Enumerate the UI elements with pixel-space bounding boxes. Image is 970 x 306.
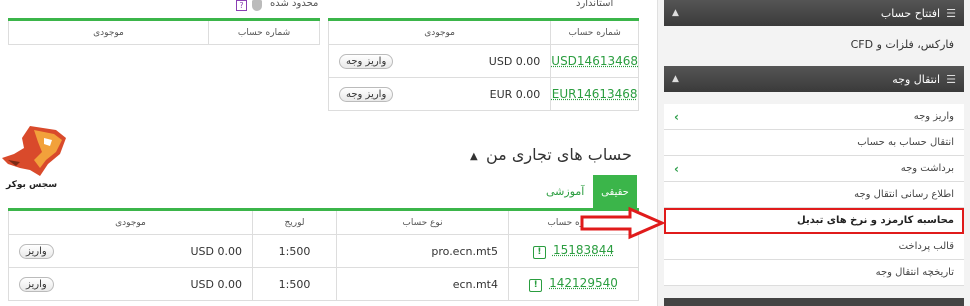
- table-row: واریز USD 0.00 1:500 ecn.mt4 ! 142129540: [8, 267, 639, 301]
- menu-item-label: قالب پرداخت: [898, 241, 954, 252]
- tab-demo[interactable]: آموزشی: [546, 185, 584, 198]
- menu-item-label: تاریخچه انتقال وجه: [875, 267, 954, 278]
- balance-value: USD 0.00: [190, 277, 243, 291]
- help-icon[interactable]: ?: [236, 0, 247, 11]
- caret-up-icon[interactable]: ▲: [470, 151, 478, 162]
- trading-accounts-table: موجودی لوریج نوع حساب شماره حساب واریز U…: [8, 208, 639, 301]
- chevron-icon: ›: [674, 109, 679, 124]
- account-link[interactable]: EUR14613468: [552, 87, 638, 101]
- leverage-value: 1:500: [252, 234, 337, 268]
- deposit-button[interactable]: واریز: [19, 243, 54, 259]
- menu-item-account-transfer[interactable]: انتقال حساب به حساب: [664, 130, 964, 156]
- account-link[interactable]: 15183844: [553, 243, 614, 257]
- account-type-value: pro.ecn.mt5: [336, 234, 509, 268]
- account-link[interactable]: 142129540: [549, 276, 618, 290]
- col-account-number: شماره حساب: [208, 19, 320, 45]
- col-balance: موجودی: [8, 19, 209, 45]
- menu-item-fee-calculator[interactable]: محاسبه کارمزد و نرخ های تبدیل: [664, 208, 964, 234]
- menu-icon: ☰: [946, 6, 956, 20]
- account-type-value: ecn.mt4: [336, 267, 509, 301]
- deposit-button[interactable]: واریز وجه: [339, 53, 394, 69]
- menu-item-transfer-history[interactable]: تاریخچه انتقال وجه: [664, 260, 964, 286]
- leverage-value: 1:500: [252, 267, 337, 301]
- transfer-header[interactable]: ☰ انتقال وجه ▲: [664, 66, 964, 92]
- sidebar: ☰ افتتاح حساب ▲ فارکس، فلزات و CFD ☰ انت…: [657, 0, 970, 306]
- section-title: حساب های تجاری من: [486, 145, 632, 164]
- transfer-menu: واریز وجه › انتقال حساب به حساب برداشت و…: [664, 104, 964, 286]
- balance-value: EUR 0.00: [489, 87, 541, 101]
- col-leverage: لوریج: [252, 209, 337, 235]
- chevron-icon: ›: [674, 161, 679, 176]
- menu-item-transfer-notice[interactable]: اطلاع رسانی انتقال وجه: [664, 182, 964, 208]
- limited-title: محدود شده: [270, 0, 319, 9]
- menu-icon: ☰: [946, 72, 956, 86]
- sidebar-footer-bar: [664, 298, 964, 306]
- col-account-type: نوع حساب: [336, 209, 509, 235]
- menu-item-deposit[interactable]: واریز وجه ›: [664, 104, 964, 130]
- open-account-label: افتتاح حساب: [880, 6, 941, 20]
- menu-item-withdraw[interactable]: برداشت وجه ›: [664, 156, 964, 182]
- deposit-button[interactable]: واریز: [19, 276, 54, 292]
- balance-value: USD 0.00: [488, 54, 541, 68]
- forex-link[interactable]: فارکس، فلزات و CFD: [851, 38, 954, 51]
- menu-item-label: انتقال حساب به حساب: [857, 137, 954, 148]
- red-arrow-annotation: [580, 206, 664, 240]
- alert-icon[interactable]: !: [529, 279, 543, 292]
- col-balance: موجودی: [328, 19, 552, 45]
- col-account-number: شماره حساب: [550, 19, 639, 45]
- table-row: واریز وجه USD 0.00 USD14613468: [328, 44, 639, 78]
- menu-item-label: محاسبه کارمزد و نرخ های تبدیل: [797, 215, 954, 226]
- balance-value: USD 0.00: [190, 244, 243, 258]
- table-row: واریز وجه EUR 0.00 EUR14613468: [328, 77, 639, 111]
- open-account-header[interactable]: ☰ افتتاح حساب ▲: [664, 0, 964, 26]
- caret-up-icon: ▲: [672, 74, 679, 84]
- menu-item-label: اطلاع رسانی انتقال وجه: [854, 189, 954, 200]
- menu-item-label: برداشت وجه: [900, 163, 954, 174]
- account-link[interactable]: USD14613468: [551, 54, 638, 68]
- logo-text: سجس بوکر: [6, 180, 58, 190]
- menu-item-label: واریز وجه: [913, 111, 954, 122]
- menu-item-payment-template[interactable]: قالب پرداخت: [664, 234, 964, 260]
- standard-accounts-table: موجودی شماره حساب واریز وجه USD 0.00 USD…: [328, 18, 639, 111]
- table-row: واریز USD 0.00 1:500 pro.ecn.mt5 ! 15183…: [8, 234, 639, 268]
- limited-accounts-table: موجودی شماره حساب: [8, 18, 320, 45]
- standard-title: استاندارد: [576, 0, 614, 9]
- caret-up-icon: ▲: [672, 8, 679, 18]
- tab-real[interactable]: حقیقی: [593, 175, 637, 210]
- col-balance: موجودی: [8, 209, 253, 235]
- shield-icon: [252, 0, 262, 11]
- transfer-label: انتقال وجه: [892, 72, 941, 86]
- alert-icon[interactable]: !: [532, 246, 546, 259]
- deposit-button[interactable]: واریز وجه: [339, 86, 394, 102]
